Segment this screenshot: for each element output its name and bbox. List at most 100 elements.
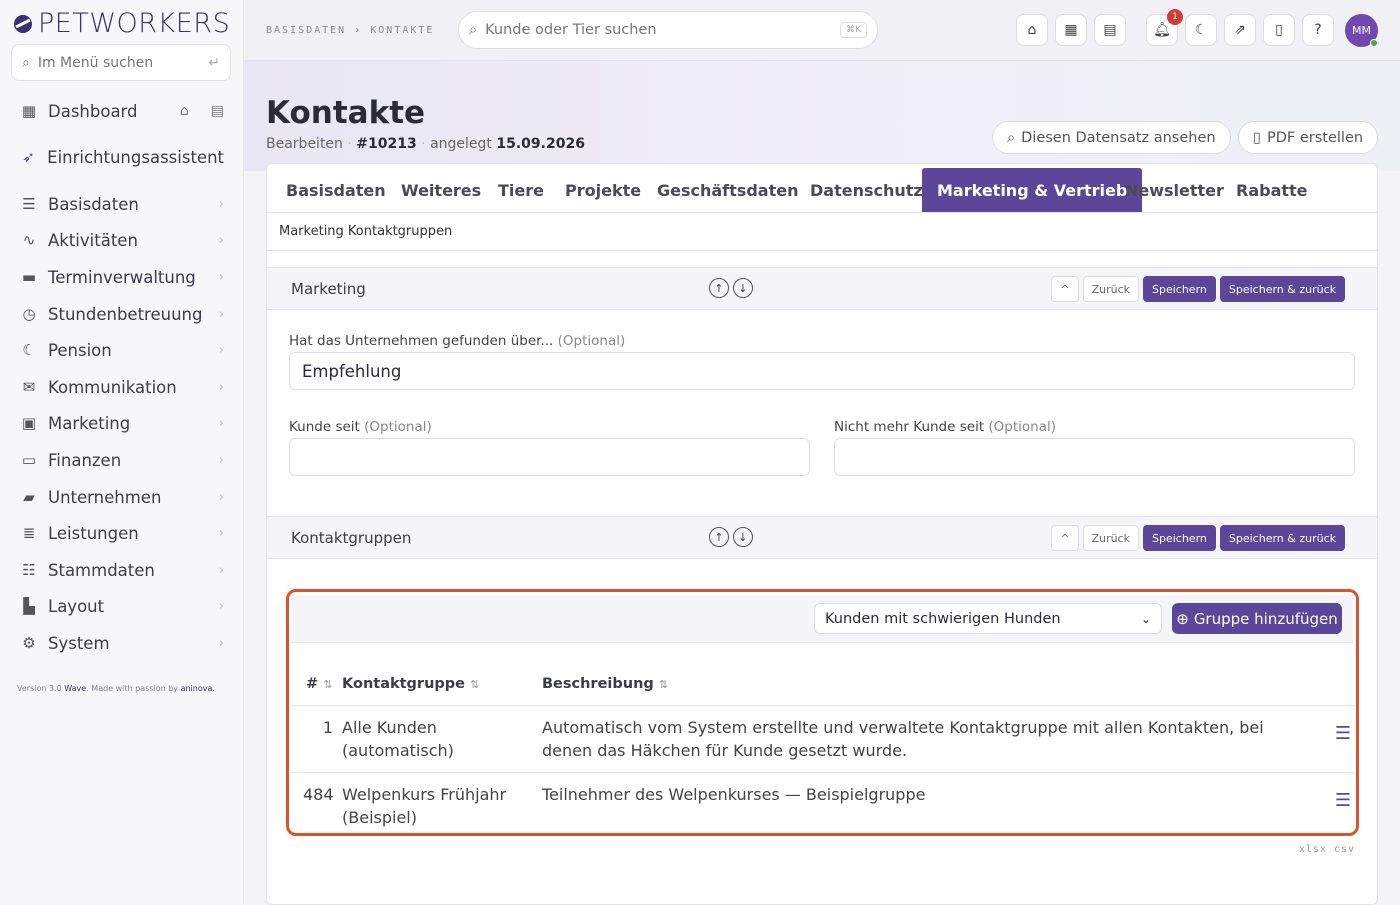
pdf-icon: ▯ (1253, 129, 1261, 146)
back-button[interactable]: Zurück (1082, 525, 1139, 551)
sidebar-item-stundenbetreuung[interactable]: ◷ Stundenbetreuung › (20, 299, 224, 329)
sidebar-item-system[interactable]: ⚙ System › (20, 628, 224, 658)
chevron-right-icon: › (218, 342, 224, 358)
collapse-button[interactable]: ^ (1051, 276, 1079, 302)
no-longer-customer-field[interactable] (834, 438, 1355, 476)
chevron-right-icon: › (218, 415, 224, 431)
help-button[interactable]: ? (1302, 14, 1334, 46)
record-id: #10213 (356, 136, 417, 152)
column-number-label: # (306, 676, 319, 692)
logo-icon (14, 14, 32, 33)
notifications-button[interactable]: 🔔︎ 1 (1146, 9, 1183, 46)
tab-geschaeftsdaten[interactable]: Geschäftsdaten (642, 168, 813, 212)
add-group-button[interactable]: ⊕ Gruppe hinzufügen (1172, 603, 1342, 634)
tab-projekte[interactable]: Projekte (550, 168, 656, 212)
customer-since-label: Kunde seit (Optional) (289, 419, 432, 435)
chevron-right-icon: › (218, 232, 224, 248)
view-record-button[interactable]: ⌕ Diesen Datensatz ansehen (992, 121, 1231, 154)
tab-basisdaten[interactable]: Basisdaten (271, 168, 401, 212)
row-description-line1: Teilnehmer des Welpenkurses — Beispielgr… (542, 785, 926, 804)
chat-icon: ▣ (21, 414, 37, 432)
page-title: Kontakte (266, 95, 426, 131)
save-button[interactable]: Speichern (1143, 276, 1216, 302)
sidebar-item-unternehmen[interactable]: ▰ Unternehmen › (20, 482, 224, 512)
row-menu-icon[interactable]: ☰ (1335, 790, 1351, 811)
sidebar-item-dashboard[interactable]: ▦ Dashboard ⌂ ▤ (20, 96, 224, 126)
moon-icon: ☾ (1194, 22, 1208, 38)
chevron-right-icon: › (218, 598, 224, 614)
list-icon: ≣ (22, 524, 36, 542)
list-button[interactable]: ▤ (1094, 14, 1126, 46)
chevron-right-icon: › (218, 562, 224, 578)
column-header-description[interactable]: Beschreibung ⇅ (542, 676, 668, 692)
optional-hint: (Optional) (988, 419, 1057, 435)
export-csv-link[interactable]: csv (1334, 844, 1355, 855)
search-icon: ⌕ (1007, 129, 1016, 146)
sidebar-item-terminverwaltung[interactable]: ▬ Terminverwaltung › (20, 262, 224, 292)
sidebar-item-aktivitaeten[interactable]: ∿ Aktivitäten › (20, 225, 224, 255)
save-and-back-button[interactable]: Speichern & zurück (1219, 276, 1345, 302)
create-pdf-button[interactable]: ▯ PDF erstellen (1238, 121, 1379, 154)
table-row[interactable]: 1 Alle Kunden (automatisch) Automatisch … (291, 705, 1355, 772)
found-via-label-text: Hat das Unternehmen gefunden über... (289, 333, 554, 349)
no-longer-customer-label: Nicht mehr Kunde seit (Optional) (834, 419, 1056, 435)
collapse-button[interactable]: ^ (1051, 525, 1079, 551)
sidebar-item-kommunikation[interactable]: ✉ Kommunikation › (20, 372, 224, 402)
arrow-down-icon[interactable]: ↓ (733, 527, 753, 547)
back-button[interactable]: Zurück (1082, 276, 1139, 302)
found-via-field[interactable]: Empfehlung (289, 352, 1355, 390)
menu-search-input[interactable]: ⌕ Im Menü suchen ↵ (11, 44, 231, 81)
arrow-down-icon[interactable]: ↓ (733, 278, 753, 298)
tab-weiteres[interactable]: Weiteres (386, 168, 496, 212)
table-row[interactable]: 484 Welpenkurs Frühjahr (Beispiel) Teiln… (291, 772, 1355, 832)
arrow-up-icon[interactable]: ↑ (709, 278, 729, 298)
panel-toggle-button[interactable]: ▯ (1263, 14, 1295, 46)
column-header-group[interactable]: Kontaktgruppe ⇅ (342, 676, 479, 692)
sidebar-item-stammdaten[interactable]: ☷ Stammdaten › (20, 555, 224, 585)
version-company-link[interactable]: aninova. (181, 684, 215, 693)
tab-rabatte[interactable]: Rabatte (1221, 168, 1323, 212)
arrow-up-icon[interactable]: ↑ (709, 527, 729, 547)
sidebar-item-pension[interactable]: ☾ Pension › (20, 335, 224, 365)
groups-panel-title: Kontaktgruppen (291, 529, 412, 547)
save-button[interactable]: Speichern (1143, 525, 1216, 551)
row-description-line1: Automatisch vom System erstellte und ver… (542, 718, 1264, 737)
row-menu-icon[interactable]: ☰ (1335, 723, 1351, 744)
section-bar[interactable]: Marketing Kontaktgruppen (267, 213, 1377, 251)
sidebar-item-layout[interactable]: ▙ Layout › (20, 591, 224, 621)
tab-datenschutz[interactable]: Datenschutz (795, 168, 938, 212)
chevron-right-icon: › (218, 269, 224, 285)
external-link-button[interactable]: ⇗ (1224, 14, 1256, 46)
petworkers-logo[interactable]: PETWORKERS (12, 8, 230, 39)
marketing-panel-title: Marketing (291, 280, 366, 298)
sidebar-item-label: Aktivitäten (48, 230, 138, 250)
sidebar-item-marketing[interactable]: ▣ Marketing › (20, 408, 224, 438)
row-group-name: Alle Kunden (automatisch) (342, 716, 454, 762)
sidebar-item-leistungen[interactable]: ≣ Leistungen › (20, 518, 224, 548)
version-name[interactable]: Wave (64, 684, 86, 693)
tab-newsletter[interactable]: Newsletter (1110, 168, 1239, 212)
record-tabs: Basisdaten Weiteres Tiere Projekte Gesch… (267, 164, 1377, 213)
global-search-input[interactable]: ⌕ Kunde oder Tier suchen ⌘K (458, 11, 878, 49)
rocket-icon: ➶ (22, 148, 35, 166)
breadcrumb[interactable]: BASISDATEN › KONTAKTE (266, 25, 434, 36)
export-links: xlsx csv (1299, 844, 1355, 855)
group-select[interactable]: Kunden mit schwierigen Hunden ⌄ (814, 603, 1162, 634)
home-icon[interactable]: ⌂ (180, 103, 189, 119)
sidebar-item-basisdaten[interactable]: ☰ Basisdaten › (20, 189, 224, 219)
tab-tiere[interactable]: Tiere (483, 168, 559, 212)
calendar-icon[interactable]: ▤ (211, 103, 224, 119)
customer-since-field[interactable] (289, 438, 810, 476)
home-button[interactable]: ⌂ (1016, 14, 1048, 46)
export-xlsx-link[interactable]: xlsx (1299, 844, 1327, 855)
row-group-name: Welpenkurs Frühjahr (Beispiel) (342, 783, 506, 829)
column-header-number[interactable]: # ⇅ (306, 676, 332, 692)
create-pdf-label: PDF erstellen (1266, 129, 1364, 146)
user-avatar[interactable]: MM (1345, 14, 1378, 47)
calendar-button[interactable]: ▦ (1055, 14, 1087, 46)
sidebar-item-finanzen[interactable]: ▭ Finanzen › (20, 445, 224, 475)
sidebar-item-einrichtungsassistent[interactable]: ➶ Einrichtungsassistent (20, 142, 224, 172)
save-and-back-button[interactable]: Speichern & zurück (1219, 525, 1345, 551)
dark-mode-button[interactable]: ☾ (1185, 14, 1217, 46)
avatar-initials: MM (1352, 24, 1371, 37)
